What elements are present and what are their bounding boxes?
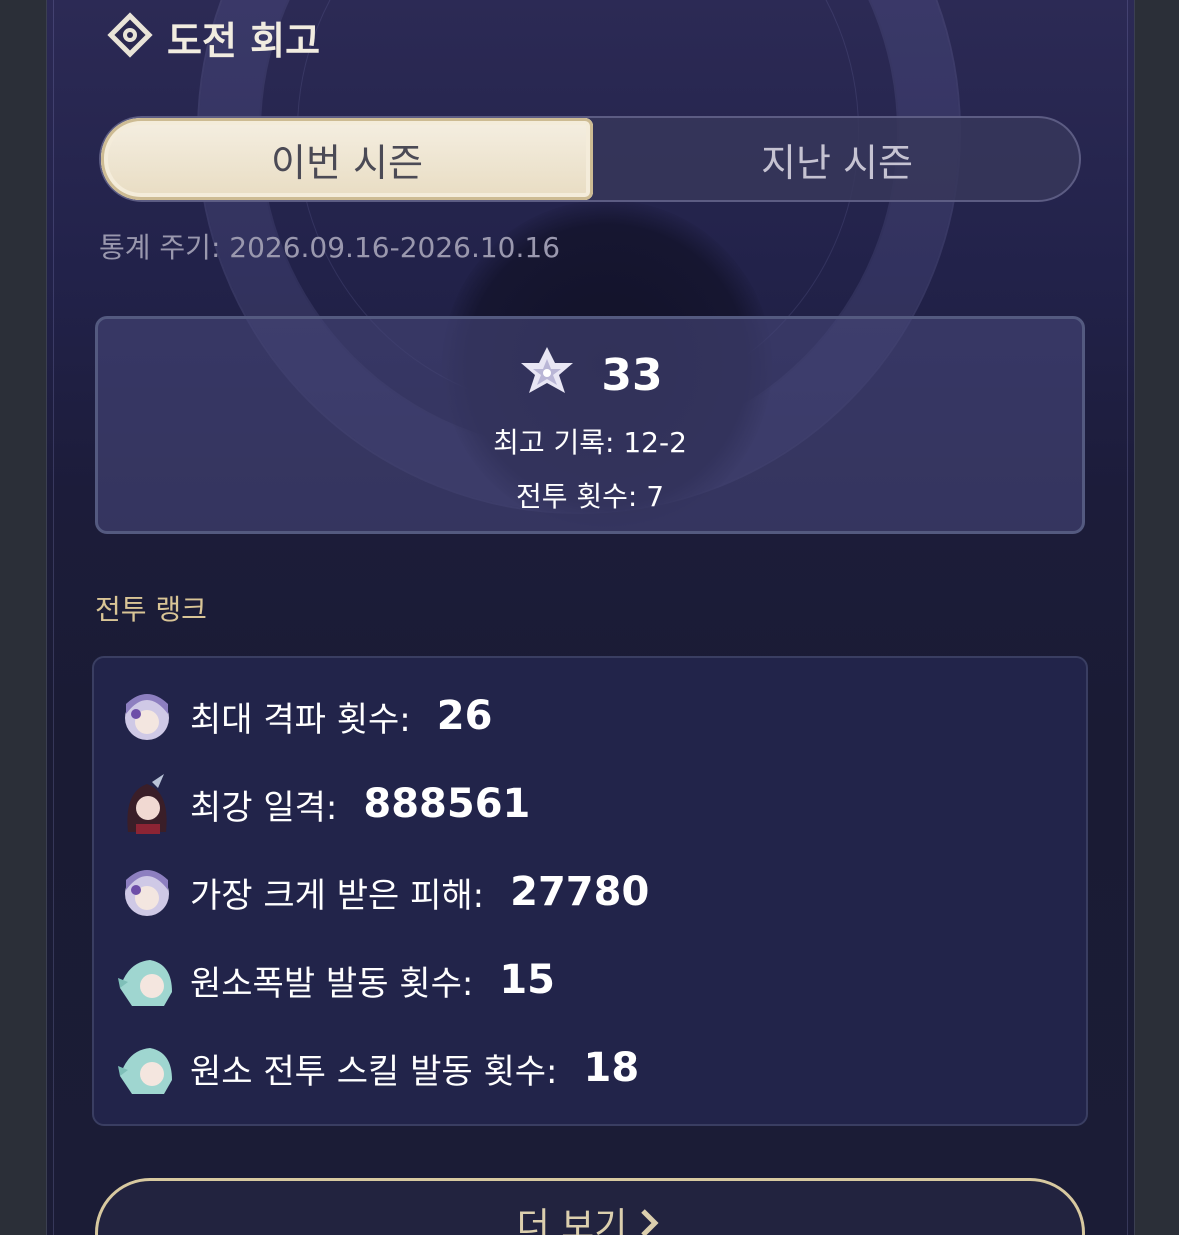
dark-hair-character-avatar	[118, 772, 176, 836]
rank-item: 가장 크게 받은 피해: 27780	[118, 856, 649, 928]
rank-value: 18	[583, 1045, 640, 1091]
mint-hair-character-avatar	[118, 948, 176, 1012]
chevron-right-icon	[637, 1197, 663, 1235]
battle-count: 전투 횟수: 7	[515, 480, 665, 513]
stats-period: 통계 주기: 2026.09.16-2026.10.16	[99, 231, 561, 264]
panel-header: 도전 회고	[103, 8, 320, 66]
best-record: 최고 기록: 12-2	[493, 426, 687, 459]
section-title-battle-rank: 전투 랭크	[95, 593, 207, 626]
rank-item: 최대 격파 횟수: 26	[118, 680, 492, 752]
mint-hair-character-avatar	[118, 1036, 176, 1100]
star-count: 33	[601, 349, 663, 401]
abyss-emblem-icon	[103, 8, 157, 66]
tab-last-season[interactable]: 지난 시즌	[593, 118, 1081, 200]
rank-label: 최강 일격:	[190, 787, 338, 828]
rank-item: 원소폭발 발동 횟수: 15	[118, 944, 555, 1016]
rank-value: 27780	[510, 869, 650, 915]
more-button[interactable]: 더 보기	[95, 1178, 1085, 1235]
maid-character-avatar	[118, 860, 176, 924]
panel-edge-right	[1127, 0, 1128, 1235]
season-tabs: 이번 시즌 지난 시즌	[99, 116, 1081, 202]
panel-edge-left	[53, 0, 54, 1235]
star-emblem-icon	[517, 343, 577, 407]
rank-item: 최강 일격: 888561	[118, 768, 530, 840]
rank-label: 가장 크게 받은 피해:	[190, 875, 485, 916]
rank-label: 원소 전투 스킬 발동 횟수:	[190, 1051, 558, 1092]
maid-character-avatar	[118, 684, 176, 748]
rank-value: 888561	[363, 781, 531, 827]
battle-rank-list: 최대 격파 횟수: 26 최강 일격: 888561 가장 크게 받은 피해: …	[92, 656, 1088, 1126]
page-title: 도전 회고	[167, 18, 321, 63]
challenge-review-panel: 도전 회고 이번 시즌 지난 시즌 통계 주기: 2026.09.16-2026…	[46, 0, 1135, 1235]
rank-label: 최대 격파 횟수:	[190, 699, 411, 740]
rank-value: 15	[499, 957, 555, 1003]
more-button-label: 더 보기	[516, 1206, 628, 1235]
summary-card: 33 최고 기록: 12-2 전투 횟수: 7	[95, 316, 1085, 534]
rank-label: 원소폭발 발동 횟수:	[190, 963, 474, 1004]
tab-current-season[interactable]: 이번 시즌	[101, 118, 593, 200]
rank-item: 원소 전투 스킬 발동 횟수: 18	[118, 1032, 639, 1104]
rank-value: 26	[436, 693, 493, 739]
